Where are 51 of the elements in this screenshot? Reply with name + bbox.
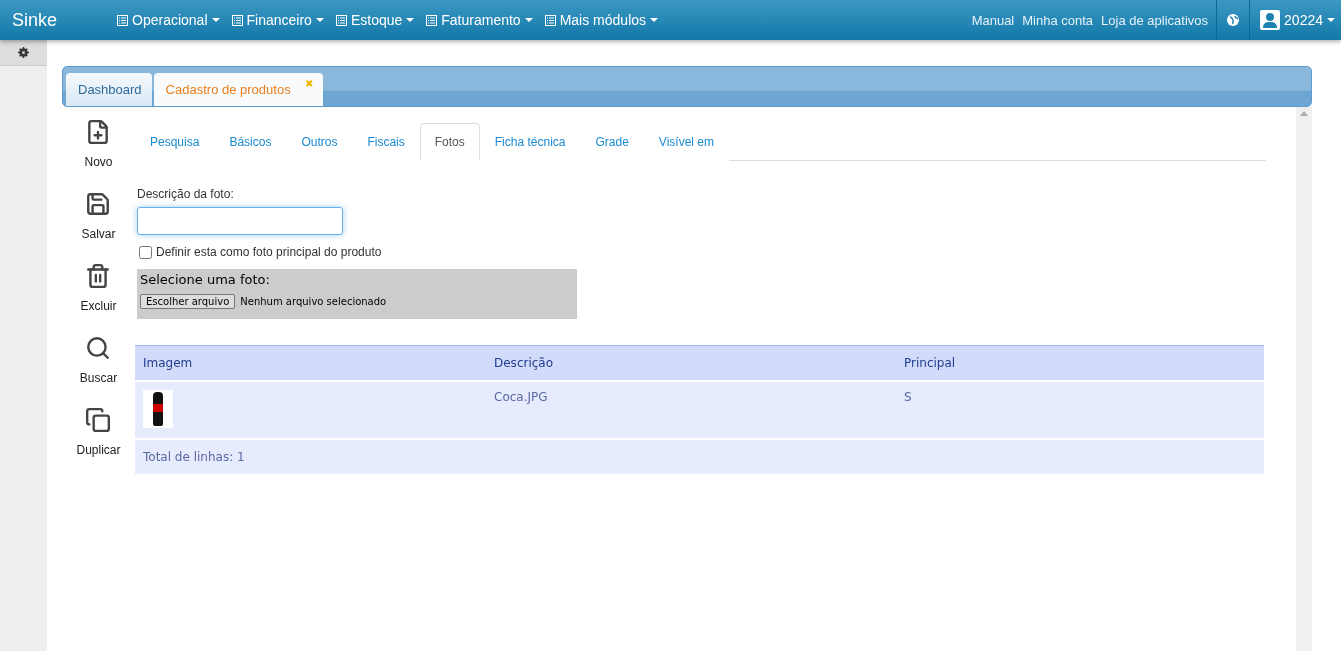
checkbox[interactable] [139,245,152,259]
settings-icon [18,47,29,58]
copy-icon [85,407,112,433]
menu-item[interactable]: Mais módulos [538,12,665,28]
user-avatar-icon [1260,10,1281,30]
page-tab[interactable]: Dashboard [66,73,152,106]
toolbar-button[interactable]: Salvar [81,191,116,263]
file-status: Nenhum arquivo selecionado [240,296,387,307]
column-header: Principal [903,355,957,372]
list-icon [426,14,438,26]
toolbar-button[interactable]: Novo [84,119,113,191]
nav-link[interactable]: Minha conta [1018,12,1098,28]
upload-title: Selecione uma foto: [140,272,271,287]
main-photo-checkbox[interactable]: Definir esta como foto principal do produto [139,245,382,259]
settings-button[interactable] [0,40,47,66]
product-photo [143,390,173,428]
table-cell-text: Coca.JPG [493,389,549,406]
scrollbar[interactable] [1296,107,1312,651]
globe-icon[interactable] [1227,14,1240,26]
list-icon [335,14,347,26]
toolbar-button[interactable]: Excluir [80,263,117,335]
brand-logo[interactable]: Sinke [0,9,78,31]
menu-item[interactable]: Financeiro [225,12,330,28]
toolbar-button[interactable]: Buscar [79,335,118,407]
list-icon [544,14,556,26]
column-header: Descrição [493,355,555,372]
page-tab[interactable]: Cadastro de produtos ✖ [153,73,323,106]
toolbar-button[interactable]: Duplicar [76,407,121,479]
caret-icon [1327,18,1335,22]
field-label: Descrição da foto: [137,187,234,201]
form-tab[interactable]: Fotos [419,123,480,161]
list-icon [117,14,129,26]
caret-icon [211,18,220,22]
search-icon [85,335,112,361]
caret-icon [315,18,324,22]
caret-icon [406,18,415,22]
column-header: Imagem [142,355,194,372]
caret-icon [524,18,533,22]
nav-link[interactable]: Loja de aplicativos [1097,12,1213,28]
menu-item[interactable]: Faturamento [420,12,539,28]
description-input[interactable] [137,207,343,235]
trash-icon [85,263,112,289]
user-menu[interactable]: 20224 [1254,10,1341,30]
table-cell-text: S [903,389,913,406]
list-icon [231,14,243,26]
menu-item[interactable]: Operacional [111,12,226,28]
caret-icon [650,18,659,22]
choose-file-button[interactable]: Escolher arquivo [140,294,236,309]
nav-link[interactable]: Manual [967,12,1019,28]
table-footer: Total de linhas: 1 [135,438,1264,474]
menu-item[interactable]: Estoque [329,12,421,28]
